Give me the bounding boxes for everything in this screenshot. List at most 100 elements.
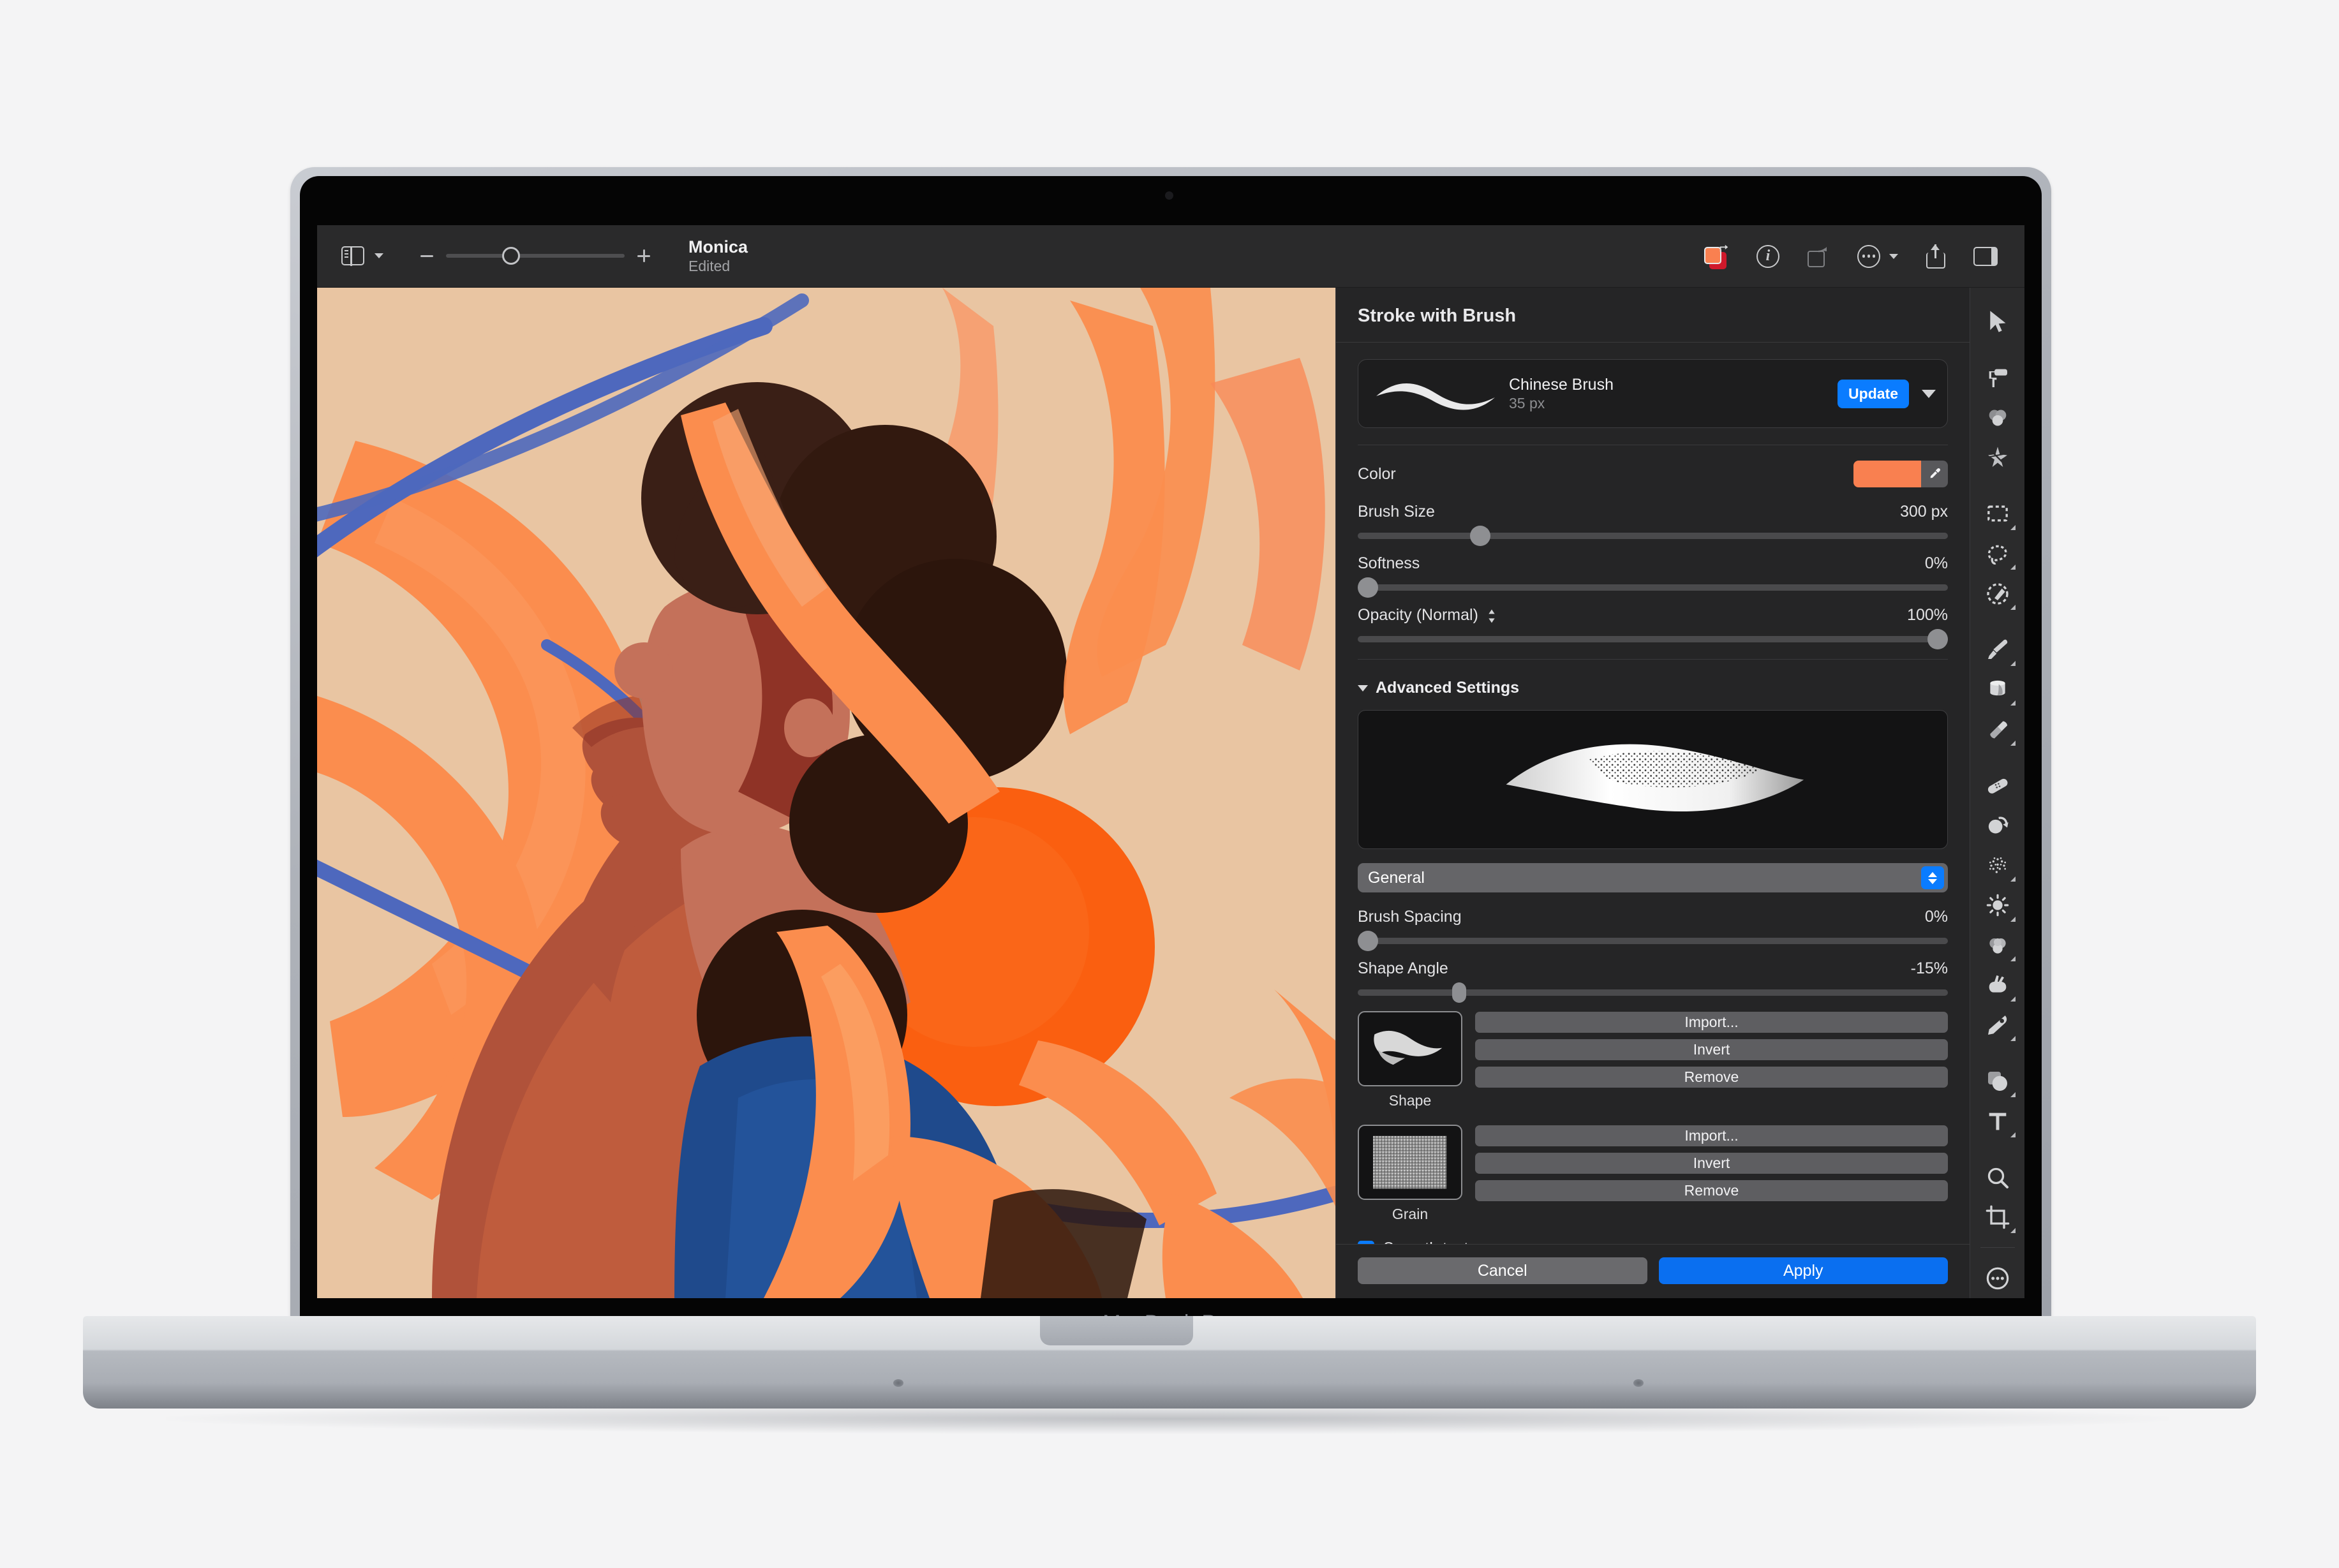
- app-toolbar: Monica Edited i: [317, 225, 2024, 288]
- shape-angle-slider[interactable]: [1358, 982, 1948, 1003]
- page-title: Monica: [688, 237, 748, 256]
- color-row: Color: [1358, 461, 1948, 487]
- color-picker[interactable]: [1853, 461, 1948, 487]
- shapes-icon[interactable]: [1977, 1061, 2018, 1102]
- clone-stamp-icon[interactable]: [1977, 806, 2018, 846]
- dither-spray-icon[interactable]: [1977, 845, 2018, 885]
- slider-knob[interactable]: [1452, 982, 1466, 1003]
- lasso-select-icon[interactable]: [1977, 534, 2018, 574]
- shape-import-button[interactable]: Import...: [1475, 1012, 1948, 1033]
- brush-spacing-slider[interactable]: [1358, 931, 1948, 951]
- chevron-down-icon: [1358, 684, 1368, 692]
- text-icon[interactable]: [1977, 1101, 2018, 1141]
- brush-size-slider[interactable]: [1358, 526, 1948, 546]
- cancel-button[interactable]: Cancel: [1358, 1257, 1647, 1284]
- more-options-icon[interactable]: [1857, 244, 1880, 268]
- slider-knob[interactable]: [1927, 629, 1948, 649]
- info-icon[interactable]: i: [1756, 244, 1779, 268]
- chevron-down-icon[interactable]: [1889, 253, 1898, 259]
- inspector-toggle-icon[interactable]: [1973, 246, 1998, 266]
- tool-strip: [1970, 288, 2024, 1298]
- zoom-out-button[interactable]: [420, 255, 433, 257]
- grain-thumbnail[interactable]: [1358, 1125, 1462, 1200]
- shape-angle-row: Shape Angle -15%: [1358, 959, 1948, 978]
- more-tools-icon[interactable]: [1977, 1258, 2018, 1298]
- sidebar-toggle-button[interactable]: [341, 246, 364, 267]
- chevron-down-icon[interactable]: [1922, 389, 1936, 398]
- softness-row: Softness 0%: [1358, 554, 1948, 573]
- brush-preset-card[interactable]: Chinese Brush 35 px Update: [1358, 359, 1948, 428]
- color-swatch-icon[interactable]: [1703, 244, 1728, 269]
- rotate-icon[interactable]: [1808, 246, 1829, 267]
- color-label: Color: [1358, 464, 1396, 483]
- document-title-block: Monica Edited: [688, 237, 748, 275]
- divider: [1980, 1247, 2015, 1248]
- shape-thumbnail[interactable]: [1358, 1011, 1462, 1086]
- inspector-header: Stroke with Brush: [1336, 288, 1970, 343]
- apply-button[interactable]: Apply: [1658, 1257, 1948, 1284]
- shape-asset-row: Shape Import... Invert Remove: [1358, 1011, 1948, 1109]
- update-brush-button[interactable]: Update: [1838, 379, 1909, 408]
- brush-texture-preview-icon: [1506, 744, 1804, 811]
- softness-value: 0%: [1924, 554, 1948, 572]
- rect-select-icon[interactable]: [1977, 494, 2018, 534]
- chevron-down-icon[interactable]: [375, 253, 383, 259]
- freehand-select-icon[interactable]: [1977, 573, 2018, 614]
- grain-invert-button[interactable]: Invert: [1475, 1153, 1948, 1174]
- blur-icon[interactable]: [1977, 926, 2018, 966]
- eyedropper-icon[interactable]: [1921, 461, 1948, 487]
- brush-size-value: 300 px: [1899, 503, 1948, 521]
- softness-slider[interactable]: [1358, 577, 1948, 598]
- brush-shape-preview: [1358, 710, 1948, 849]
- softness-label: Softness: [1358, 554, 1420, 572]
- category-select[interactable]: General: [1358, 863, 1948, 892]
- artwork-canvas[interactable]: [317, 288, 1335, 1298]
- checkbox-smooth-textures[interactable]: Smooth textures: [1358, 1239, 1948, 1244]
- color-swatch[interactable]: [1853, 461, 1921, 487]
- shape-remove-button[interactable]: Remove: [1475, 1067, 1948, 1088]
- stepper-icon[interactable]: [1487, 608, 1496, 625]
- share-icon[interactable]: [1926, 244, 1945, 269]
- grain-caption: Grain: [1392, 1206, 1429, 1222]
- shape-invert-button[interactable]: Invert: [1475, 1039, 1948, 1060]
- laptop-foot: [893, 1379, 903, 1387]
- zoom-slider-knob[interactable]: [502, 247, 520, 265]
- grain-import-button[interactable]: Import...: [1475, 1125, 1948, 1146]
- brush-spacing-row: Brush Spacing 0%: [1358, 908, 1948, 926]
- paint-roller-icon[interactable]: [1977, 358, 2018, 398]
- magic-wand-icon[interactable]: [1977, 438, 2018, 478]
- inspector-title: Stroke with Brush: [1358, 306, 1517, 326]
- paintbrush-icon[interactable]: [1977, 630, 2018, 670]
- shape-angle-value: -15%: [1910, 959, 1948, 977]
- advanced-settings-label: Advanced Settings: [1376, 679, 1520, 697]
- magnifier-icon[interactable]: [1977, 1157, 2018, 1197]
- slider-knob[interactable]: [1358, 577, 1378, 598]
- brush-name: Chinese Brush: [1509, 375, 1614, 394]
- laptop-hinge-notch: [1040, 1316, 1193, 1345]
- crop-icon[interactable]: [1977, 1197, 2018, 1238]
- divider: [1358, 659, 1948, 660]
- zoom-control: [420, 247, 650, 265]
- grain-asset-row: Grain Import... Invert Remove: [1358, 1125, 1948, 1223]
- pixelmator-app-window: Monica Edited i Stroke with Brush Chines…: [317, 225, 2024, 1298]
- pen-nib-icon[interactable]: [1977, 1005, 2018, 1046]
- smudge-hand-icon[interactable]: [1977, 965, 2018, 1005]
- brightness-icon[interactable]: [1977, 885, 2018, 926]
- slider-knob[interactable]: [1469, 526, 1490, 546]
- arrow-select-icon[interactable]: [1977, 302, 2018, 342]
- shape-angle-label: Shape Angle: [1358, 959, 1448, 977]
- slider-knob[interactable]: [1358, 931, 1378, 951]
- zoom-in-button[interactable]: [637, 249, 650, 263]
- brush-spacing-value: 0%: [1924, 908, 1948, 926]
- opacity-slider[interactable]: [1358, 629, 1948, 649]
- panel-layout-icon: [341, 246, 364, 267]
- heal-bandage-icon[interactable]: [1977, 766, 2018, 806]
- paint-bucket-icon[interactable]: [1977, 670, 2018, 710]
- color-circles-icon[interactable]: [1977, 398, 2018, 438]
- advanced-settings-toggle[interactable]: Advanced Settings: [1358, 679, 1948, 697]
- grain-remove-button[interactable]: Remove: [1475, 1180, 1948, 1201]
- eraser-icon[interactable]: [1977, 709, 2018, 750]
- zoom-slider[interactable]: [446, 247, 625, 265]
- checkbox-label: Smooth textures: [1383, 1239, 1499, 1244]
- select-stepper-icon[interactable]: [1921, 866, 1944, 889]
